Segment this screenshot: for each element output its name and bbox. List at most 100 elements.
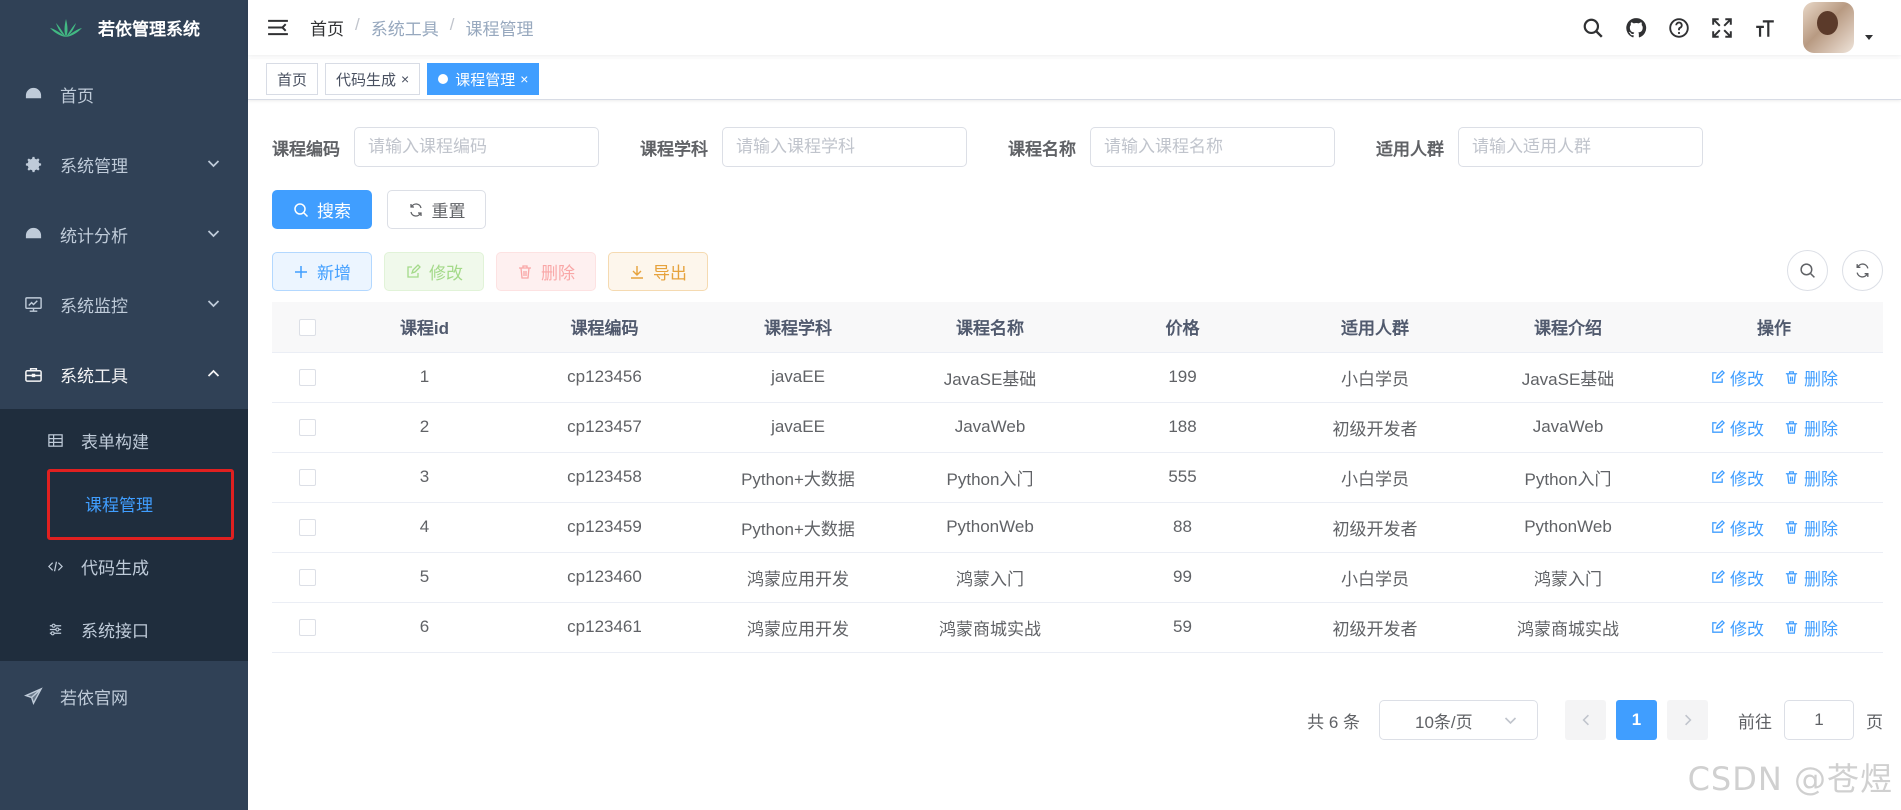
column-header[interactable]: 课程编码 xyxy=(507,302,702,353)
monitor-icon xyxy=(24,295,43,314)
row-delete-button[interactable]: 删除 xyxy=(1784,515,1838,540)
course-code-input[interactable] xyxy=(354,127,599,167)
search-buttons: 搜索 重置 xyxy=(272,190,486,229)
code-icon xyxy=(47,558,64,575)
column-header[interactable]: 课程id xyxy=(342,302,507,353)
cell-price: 188 xyxy=(1086,402,1279,453)
column-header[interactable]: 课程学科 xyxy=(702,302,894,353)
row-edit-button[interactable]: 修改 xyxy=(1710,615,1764,640)
row-edit-button[interactable]: 修改 xyxy=(1710,415,1764,440)
toggle-search-button[interactable] xyxy=(1787,250,1828,291)
cell-course-id: 1 xyxy=(342,352,507,403)
column-header[interactable]: 课程介绍 xyxy=(1471,302,1665,353)
delete-button[interactable]: 删除 xyxy=(496,252,596,291)
course-name-input[interactable] xyxy=(1090,127,1335,167)
column-header[interactable]: 价格 xyxy=(1086,302,1279,353)
row-checkbox[interactable] xyxy=(298,469,316,487)
sidebar-item-form-builder[interactable]: 表单构建 xyxy=(0,409,248,472)
avatar[interactable] xyxy=(1803,2,1854,53)
column-header: 操作 xyxy=(1665,302,1883,353)
sidebar-item-code-gen[interactable]: 代码生成 xyxy=(0,535,248,598)
refresh-icon xyxy=(409,202,422,217)
chevron-right-icon xyxy=(1684,714,1692,726)
highlight-annotation-box xyxy=(47,469,234,540)
tag-code-gen[interactable]: 代码生成 × xyxy=(325,63,421,95)
audience-input[interactable] xyxy=(1458,127,1703,167)
next-page-button[interactable] xyxy=(1667,700,1708,740)
search-button[interactable]: 搜索 xyxy=(272,190,372,229)
row-delete-button[interactable]: 删除 xyxy=(1784,565,1838,590)
hamburger-icon[interactable] xyxy=(267,18,289,37)
row-checkbox[interactable] xyxy=(298,419,316,437)
edit-icon xyxy=(1712,369,1725,383)
course-subject-input[interactable] xyxy=(722,127,967,167)
breadcrumb-separator: / xyxy=(355,15,360,34)
sidebar-item-system-management[interactable]: 系统管理 xyxy=(0,129,248,199)
select-all-checkbox[interactable] xyxy=(298,318,316,336)
cell-course-intro: JavaWeb xyxy=(1471,402,1665,453)
search-icon xyxy=(1800,263,1815,278)
add-button-label: 新增 xyxy=(317,264,351,283)
sidebar-item-label: 首页 xyxy=(60,86,94,106)
row-delete-label: 删除 xyxy=(1804,519,1838,539)
logo[interactable]: 若依管理系统 xyxy=(0,0,248,55)
goto-page-input[interactable] xyxy=(1784,700,1854,740)
refresh-button[interactable] xyxy=(1842,250,1883,291)
search-icon[interactable] xyxy=(1581,16,1605,40)
row-edit-button[interactable]: 修改 xyxy=(1710,565,1764,590)
close-icon[interactable]: × xyxy=(520,71,528,87)
row-checkbox[interactable] xyxy=(298,619,316,637)
row-edit-label: 修改 xyxy=(1730,369,1764,389)
page-size-select[interactable]: 10条/页 xyxy=(1379,700,1538,740)
sidebar-item-system-api[interactable]: 系统接口 xyxy=(0,598,248,661)
form-item-audience: 适用人群 xyxy=(1376,127,1703,167)
row-edit-button[interactable]: 修改 xyxy=(1710,365,1764,390)
sidebar-item-home[interactable]: 首页 xyxy=(0,59,248,129)
tag-home[interactable]: 首页 xyxy=(266,63,319,95)
row-checkbox[interactable] xyxy=(298,569,316,587)
header-tools xyxy=(1581,0,1901,55)
tag-label: 首页 xyxy=(277,71,308,89)
row-edit-button[interactable]: 修改 xyxy=(1710,515,1764,540)
fullscreen-icon[interactable] xyxy=(1710,16,1734,40)
row-edit-button[interactable]: 修改 xyxy=(1710,465,1764,490)
edit-icon xyxy=(1712,469,1725,483)
cell-course-name: 鸿蒙入门 xyxy=(894,552,1086,603)
help-icon[interactable] xyxy=(1667,16,1691,40)
breadcrumb-item[interactable]: 首页 xyxy=(310,15,344,40)
row-delete-button[interactable]: 删除 xyxy=(1784,615,1838,640)
close-icon[interactable]: × xyxy=(401,71,409,87)
sidebar-item-monitor[interactable]: 系统监控 xyxy=(0,269,248,339)
row-edit-label: 修改 xyxy=(1730,419,1764,439)
toolbox-icon xyxy=(24,365,43,384)
edit-button[interactable]: 修改 xyxy=(384,252,484,291)
tag-course-management[interactable]: 课程管理 × xyxy=(427,63,540,95)
edit-icon xyxy=(407,263,421,278)
sidebar-item-official-site[interactable]: 若依官网 xyxy=(0,661,248,731)
cell-actions: 修改 删除 xyxy=(1665,552,1883,603)
sidebar-item-statistics[interactable]: 统计分析 xyxy=(0,199,248,269)
prev-page-button[interactable] xyxy=(1565,700,1606,740)
row-checkbox[interactable] xyxy=(298,519,316,537)
export-button[interactable]: 导出 xyxy=(608,252,708,291)
reset-button[interactable]: 重置 xyxy=(387,190,486,229)
edit-icon xyxy=(1712,419,1725,433)
row-delete-button[interactable]: 删除 xyxy=(1784,415,1838,440)
add-button[interactable]: 新增 xyxy=(272,252,372,291)
select-cell xyxy=(272,402,342,453)
caret-down-icon[interactable] xyxy=(1864,32,1874,42)
github-icon[interactable] xyxy=(1624,16,1648,40)
column-header[interactable]: 课程名称 xyxy=(894,302,1086,353)
table-row: 4 cp123459 Python+大数据 PythonWeb 88 初级开发者 Pytho… xyxy=(272,502,1883,553)
page-number-button[interactable]: 1 xyxy=(1616,700,1657,740)
sidebar-item-system-tools[interactable]: 系统工具 xyxy=(0,339,248,409)
cell-course-code: cp123456 xyxy=(507,352,702,403)
cell-price: 59 xyxy=(1086,602,1279,653)
font-size-icon[interactable] xyxy=(1753,16,1777,40)
column-header[interactable]: 适用人群 xyxy=(1279,302,1471,353)
row-checkbox[interactable] xyxy=(298,369,316,387)
row-delete-button[interactable]: 删除 xyxy=(1784,465,1838,490)
search-form: 课程编码 课程学科 课程名称 适用人群 xyxy=(272,127,1744,167)
form-item-course-name: 课程名称 xyxy=(1008,127,1335,167)
row-delete-button[interactable]: 删除 xyxy=(1784,365,1838,390)
